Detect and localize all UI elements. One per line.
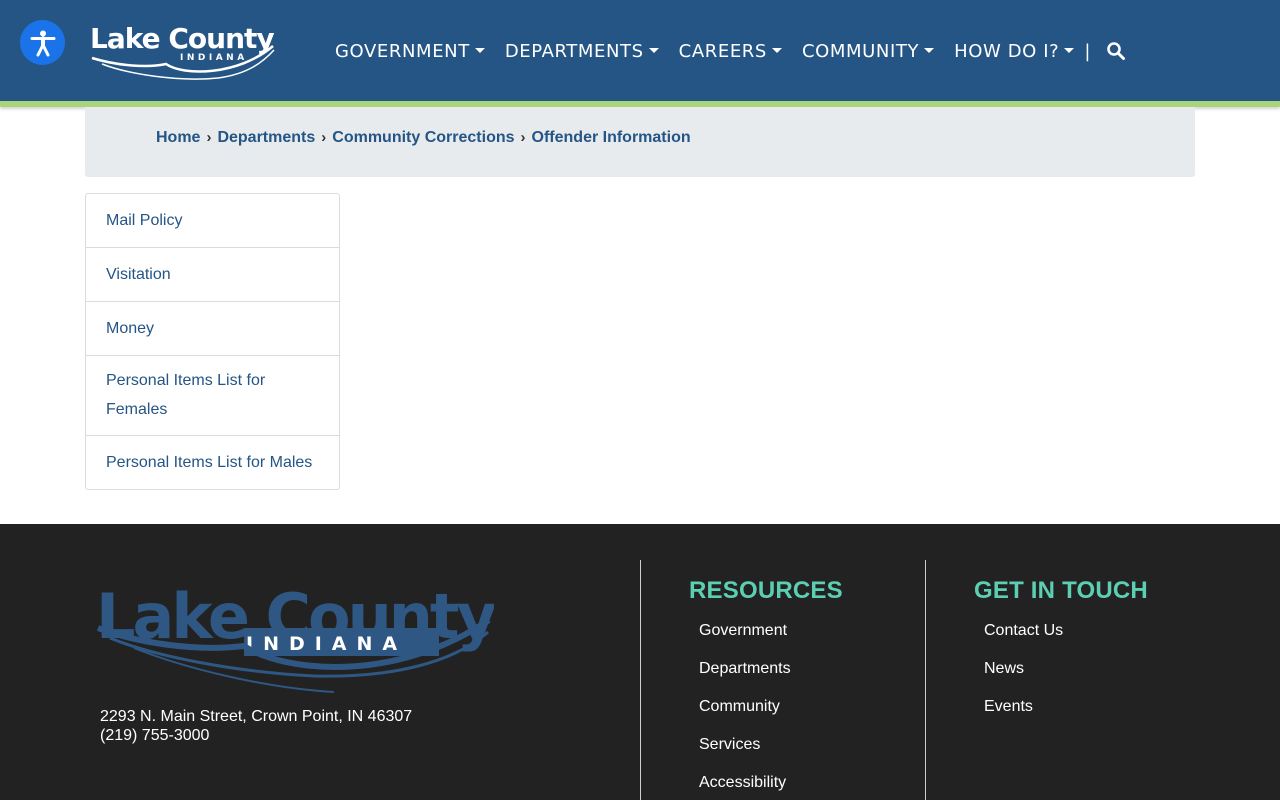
footer-divider bbox=[640, 560, 641, 800]
footer-phone: (219) 755-3000 bbox=[100, 727, 210, 744]
nav-how-do-i[interactable]: HOW DO I? bbox=[954, 40, 1075, 62]
caret-down-icon bbox=[648, 47, 659, 53]
nav-departments[interactable]: DEPARTMENTS bbox=[505, 41, 659, 62]
footer-logo-subtext: INDIANA bbox=[246, 633, 407, 655]
logo-subtext: INDIANA bbox=[180, 53, 248, 63]
nav-community[interactable]: COMMUNITY bbox=[801, 40, 935, 62]
sidebar-item-personal-items-females[interactable]: Personal Items List for Females bbox=[86, 356, 339, 436]
footer-link-services[interactable]: Services bbox=[699, 735, 791, 773]
nav-label: CAREERS bbox=[678, 40, 767, 62]
caret-down-icon bbox=[474, 47, 485, 53]
footer-link-contact-us[interactable]: Contact Us bbox=[984, 621, 1063, 659]
nav-label: GOVERNMENT bbox=[335, 40, 470, 62]
breadcrumb-offender-information[interactable]: Offender Information bbox=[532, 129, 691, 147]
accessibility-person-icon bbox=[30, 30, 55, 56]
footer-resources-heading: RESOURCES bbox=[689, 577, 843, 604]
sidebar-item-mail-policy[interactable]: Mail Policy bbox=[86, 194, 339, 248]
main-nav: GOVERNMENT DEPARTMENTS CAREERS COMMUNITY… bbox=[335, 36, 1126, 66]
breadcrumb-home[interactable]: Home bbox=[156, 129, 200, 147]
chevron-right-icon: › bbox=[206, 128, 212, 146]
nav-divider: | bbox=[1084, 40, 1091, 62]
footer-divider bbox=[925, 560, 926, 800]
site-header: Lake County INDIANA GOVERNMENT DEPARTMEN… bbox=[0, 0, 1280, 101]
footer-address: 2293 N. Main Street, Crown Point, IN 463… bbox=[100, 708, 413, 725]
breadcrumb-departments[interactable]: Departments bbox=[217, 129, 315, 147]
accessibility-button[interactable] bbox=[20, 20, 65, 65]
footer-link-events[interactable]: Events bbox=[984, 697, 1063, 735]
nav-careers[interactable]: CAREERS bbox=[679, 41, 782, 62]
footer-logo[interactable]: Lake County INDIANA bbox=[94, 572, 500, 698]
footer-link-departments[interactable]: Departments bbox=[699, 659, 791, 697]
nav-label: COMMUNITY bbox=[801, 40, 920, 62]
chevron-right-icon: › bbox=[321, 128, 327, 146]
sidebar-menu: Mail Policy Visitation Money Personal It… bbox=[85, 193, 340, 490]
footer-address-block: 2293 N. Main Street, Crown Point, IN 463… bbox=[100, 707, 412, 745]
sidebar-item-visitation[interactable]: Visitation bbox=[86, 248, 339, 302]
footer-link-news[interactable]: News bbox=[984, 659, 1063, 697]
caret-down-icon bbox=[924, 47, 935, 53]
search-icon bbox=[1107, 42, 1126, 60]
breadcrumb-bar: Home › Departments › Community Correctio… bbox=[85, 107, 1195, 177]
chevron-right-icon: › bbox=[520, 128, 526, 146]
sidebar-item-personal-items-males[interactable]: Personal Items List for Males bbox=[86, 436, 339, 489]
nav-label: HOW DO I? bbox=[954, 40, 1060, 62]
footer-link-government[interactable]: Government bbox=[699, 621, 791, 659]
search-button[interactable] bbox=[1106, 41, 1126, 61]
sidebar-item-money[interactable]: Money bbox=[86, 302, 339, 356]
nav-government[interactable]: GOVERNMENT bbox=[335, 41, 485, 62]
footer-contact-heading: GET IN TOUCH bbox=[974, 577, 1148, 604]
logo-text: Lake County bbox=[90, 22, 274, 55]
site-footer: Lake County INDIANA 2293 N. Main Street,… bbox=[0, 524, 1280, 800]
footer-link-community[interactable]: Community bbox=[699, 697, 791, 735]
breadcrumb-community-corrections[interactable]: Community Corrections bbox=[332, 129, 514, 147]
footer-contact-list: Contact Us News Events bbox=[984, 621, 1063, 735]
footer-resources-list: Government Departments Community Service… bbox=[699, 621, 791, 811]
breadcrumb: Home › Departments › Community Correctio… bbox=[156, 129, 691, 147]
site-logo[interactable]: Lake County INDIANA bbox=[88, 18, 280, 84]
caret-down-icon bbox=[1064, 47, 1075, 53]
nav-label: DEPARTMENTS bbox=[504, 40, 644, 62]
caret-down-icon bbox=[771, 47, 782, 53]
footer-link-accessibility[interactable]: Accessibility bbox=[699, 773, 791, 811]
